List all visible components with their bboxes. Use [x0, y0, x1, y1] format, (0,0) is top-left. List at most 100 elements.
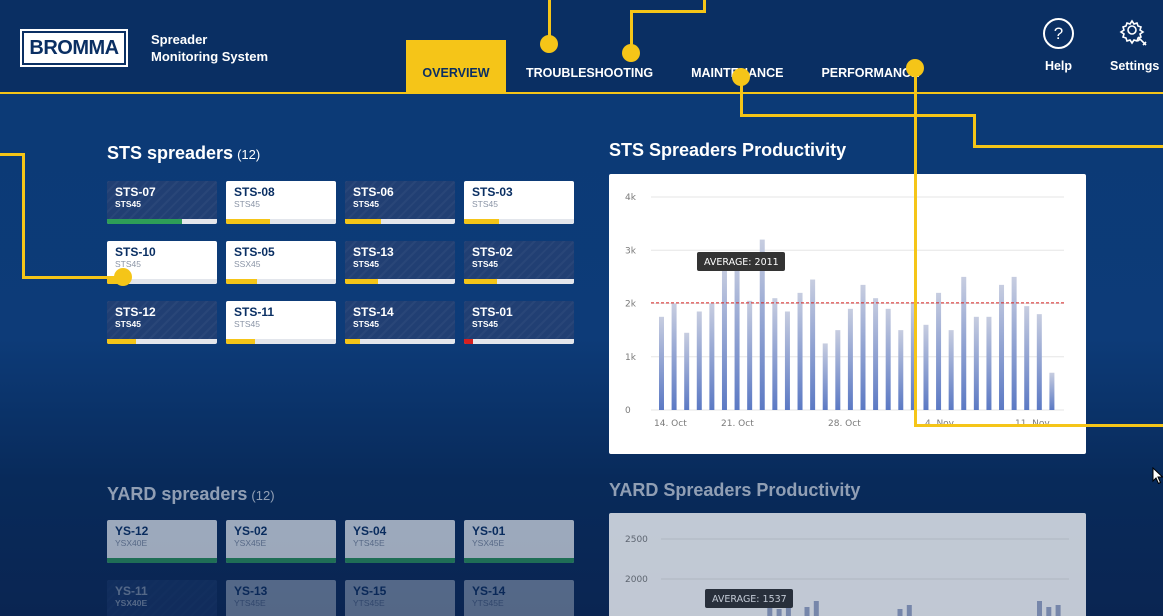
connector-dot [540, 35, 558, 53]
y-tick-label: 2k [625, 300, 637, 310]
card-progress-fill [226, 219, 270, 224]
card-progress-track [107, 339, 217, 344]
card-progress-track [464, 279, 574, 284]
card-name: YS-02 [234, 524, 268, 538]
tab-overview[interactable]: OVERVIEW [406, 40, 506, 92]
chart-bar [1055, 605, 1061, 616]
y-tick-label: 4k [625, 193, 637, 203]
x-tick-label: 21. Oct [721, 419, 754, 429]
chart-bar [784, 311, 790, 410]
card-type: STS45 [353, 319, 379, 329]
chart-bar [696, 311, 702, 410]
chart-bar [936, 292, 942, 410]
connector-line [22, 153, 25, 279]
average-tooltip-label: AVERAGE: 2011 [704, 257, 779, 268]
app-title: Spreader Monitoring System [151, 31, 268, 65]
chart-bar [747, 300, 753, 410]
card-type: YSX40E [115, 598, 148, 608]
chart-bar [906, 605, 912, 616]
card-progress-track [226, 558, 336, 563]
card-progress-track [464, 339, 574, 344]
yard-card-ys-14[interactable]: YS-14 YTS45E [464, 580, 574, 616]
chart-bar [804, 607, 810, 616]
yard-card-ys-11[interactable]: YS-11 YSX40E [107, 580, 217, 616]
card-type: STS45 [115, 319, 141, 329]
card-name: YS-14 [472, 584, 506, 598]
card-progress-track [464, 558, 574, 563]
sts-card-sts-12[interactable]: STS-12 STS45 [107, 301, 217, 344]
settings-label: Settings [1110, 59, 1160, 73]
connector-dot [622, 44, 640, 62]
card-name: YS-04 [353, 524, 387, 538]
sts-section-title: STS spreaders (12) [107, 143, 260, 164]
yard-productivity-chart: 2000 2500 AVERAGE: 1537 [625, 535, 1069, 616]
card-name: STS-05 [234, 245, 275, 259]
chart-bar [948, 330, 954, 410]
sts-chart-panel: 0 1k 2k 3k 4k AVERAGE: 2011 14. Oct 21. Oct 28. … [609, 174, 1086, 454]
card-type: YTS45E [234, 598, 266, 608]
card-name: STS-13 [353, 245, 394, 259]
card-progress-fill [226, 279, 257, 284]
connector-line [0, 153, 24, 156]
sts-card-sts-01[interactable]: STS-01 STS45 [464, 301, 574, 344]
card-progress-fill [345, 219, 382, 224]
card-progress-fill [345, 279, 378, 284]
sts-title-text: STS spreaders [107, 143, 234, 163]
chart-bar [671, 303, 677, 410]
settings-button[interactable]: Settings [1110, 18, 1159, 73]
x-tick-label: 14. Oct [654, 419, 687, 429]
card-type: STS45 [472, 319, 498, 329]
chart-bar [847, 308, 853, 410]
chart-bar [961, 276, 967, 410]
chart-bar [797, 292, 803, 410]
card-progress-fill [226, 558, 336, 563]
average-tooltip-label: AVERAGE: 1537 [712, 594, 787, 605]
card-name: YS-01 [472, 524, 506, 538]
chart-bar [923, 324, 929, 410]
sts-card-sts-07[interactable]: STS-07 STS45 [107, 181, 217, 224]
chart-bar [1046, 607, 1052, 616]
card-progress-track [345, 219, 455, 224]
connector-line [973, 114, 976, 148]
sts-card-sts-05[interactable]: STS-05 SSX45 [226, 241, 336, 284]
chart-bar [1011, 276, 1017, 410]
card-progress-fill [226, 339, 255, 344]
card-progress-fill [464, 558, 574, 563]
card-type: STS45 [115, 199, 141, 209]
connector-line [973, 145, 1163, 148]
chart-bar [709, 303, 715, 410]
sts-card-sts-14[interactable]: STS-14 STS45 [345, 301, 455, 344]
card-progress-track [345, 339, 455, 344]
sts-card-sts-13[interactable]: STS-13 STS45 [345, 241, 455, 284]
card-type: SSX45 [234, 259, 261, 269]
sts-card-sts-11[interactable]: STS-11 STS45 [226, 301, 336, 344]
sts-card-sts-03[interactable]: STS-03 STS45 [464, 181, 574, 224]
connector-dot [732, 68, 750, 86]
connector-line [630, 10, 706, 13]
sts-card-sts-08[interactable]: STS-08 STS45 [226, 181, 336, 224]
chart-bar [898, 330, 904, 410]
yard-count: (12) [251, 488, 275, 503]
yard-card-ys-01[interactable]: YS-01 YSX45E [464, 520, 574, 563]
yard-card-ys-12[interactable]: YS-12 YSX40E [107, 520, 217, 563]
card-name: YS-12 [115, 524, 149, 538]
help-button[interactable]: ? Help [1043, 18, 1074, 73]
y-tick-label: 3k [625, 246, 637, 256]
card-progress-track [345, 279, 455, 284]
sts-card-sts-06[interactable]: STS-06 STS45 [345, 181, 455, 224]
sts-card-sts-02[interactable]: STS-02 STS45 [464, 241, 574, 284]
yard-card-ys-15[interactable]: YS-15 YTS45E [345, 580, 455, 616]
tab-performance[interactable]: PERFORMANCE [821, 40, 919, 92]
card-progress-track [464, 219, 574, 224]
yard-card-ys-13[interactable]: YS-13 YTS45E [226, 580, 336, 616]
yard-card-ys-02[interactable]: YS-02 YSX45E [226, 520, 336, 563]
card-progress-fill [464, 219, 500, 224]
card-type: YSX45E [234, 538, 267, 548]
card-progress-fill [464, 339, 473, 344]
card-type: YSX45E [472, 538, 505, 548]
card-name: STS-14 [353, 305, 394, 319]
card-name: STS-03 [472, 185, 513, 199]
yard-card-ys-04[interactable]: YS-04 YTS45E [345, 520, 455, 563]
chart-bar [999, 284, 1005, 410]
card-type: YTS45E [472, 598, 504, 608]
